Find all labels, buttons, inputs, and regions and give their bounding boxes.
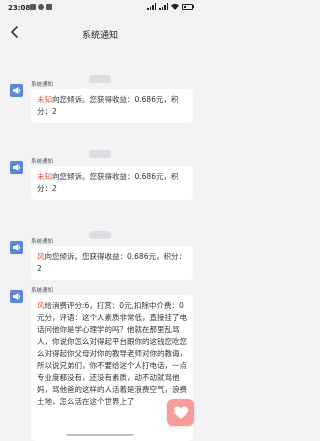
sender-label: 系统通知: [31, 82, 54, 88]
timestamp-divider: [0, 68, 200, 87]
nav-bar: 系统通知: [0, 20, 200, 46]
page-title: 系统通知: [81, 31, 118, 41]
timestamp-divider: [0, 224, 200, 243]
user-name: 风: [37, 252, 45, 261]
signal-icon-2: [159, 3, 168, 10]
message-text: 向您倾诉。您获得收益：0.686元，积分：2: [37, 172, 179, 193]
megaphone-icon: [13, 293, 21, 300]
message-text: 给消费评分:6，打赏：0元,扣除中介费：0元分，评语：这个人素质非常低，直接挂了…: [37, 301, 187, 406]
notification-icons: [30, 4, 52, 10]
megaphone-icon: [13, 244, 21, 251]
wifi-icon: [171, 3, 179, 10]
user-name: 未知: [37, 172, 52, 181]
avatar: [10, 241, 23, 254]
megaphone-icon: [13, 164, 21, 171]
sender-label: 系统通知: [31, 159, 54, 165]
user-name: 未知: [37, 95, 52, 104]
battery-icon: [182, 3, 194, 10]
avatar: [10, 290, 23, 303]
message-text: 向您倾诉。您获得收益：0.686元，积分：2: [37, 252, 186, 273]
message-bubble: 未知向您倾诉。您获得收益：0.686元，积分：2: [31, 89, 193, 123]
status-bar: 23:08: [0, 0, 200, 16]
message-text: 向您倾诉。您获得收益：0.686元，积分：2: [37, 95, 179, 116]
home-indicator[interactable]: [66, 434, 134, 436]
heart-icon: [173, 406, 188, 419]
sender-label: 系统通知: [31, 288, 54, 294]
avatar: [10, 161, 23, 174]
signal-icon: [147, 3, 156, 10]
timestamp-divider: [0, 143, 200, 162]
message-bubble: 未知向您倾诉。您获得收益：0.686元，积分：2: [31, 166, 193, 200]
user-name: 风: [37, 301, 45, 310]
floating-heart-button[interactable]: [167, 399, 194, 426]
status-time: 23:08: [8, 4, 31, 12]
status-right: [147, 3, 194, 10]
avatar: [10, 84, 23, 97]
message-bubble: 风向您倾诉。您获得收益：0.686元，积分：2: [31, 246, 193, 280]
megaphone-icon: [13, 87, 21, 94]
sender-label: 系统通知: [31, 239, 54, 245]
